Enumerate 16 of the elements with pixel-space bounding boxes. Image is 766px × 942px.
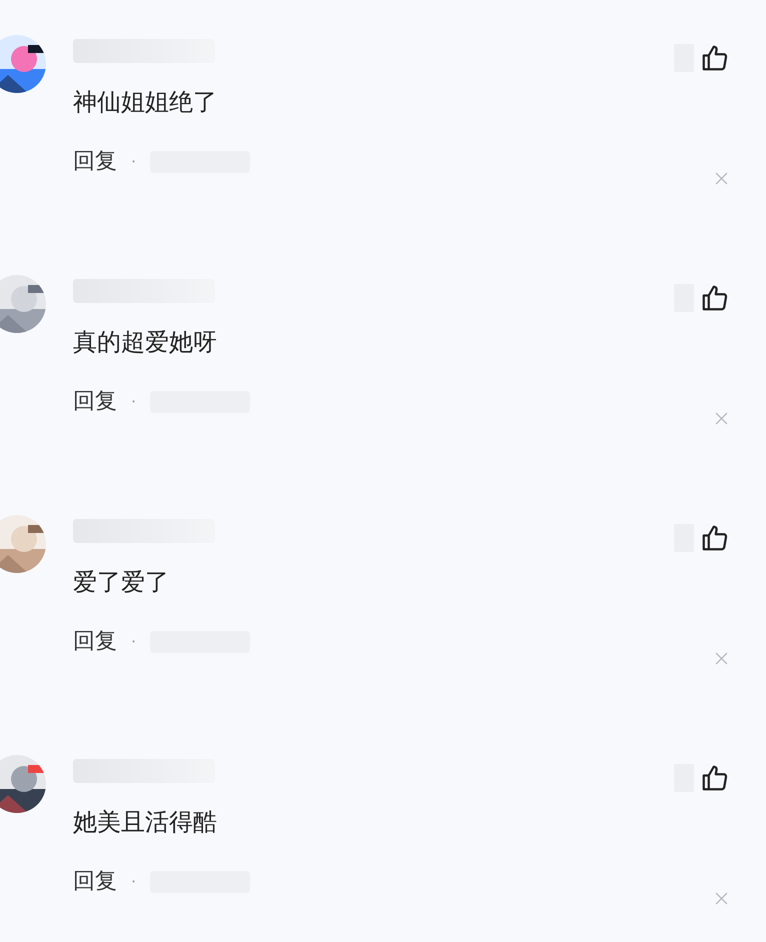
like-icon[interactable]	[700, 43, 730, 73]
separator: ·	[131, 870, 136, 892]
comment-text: 爱了爱了	[73, 567, 170, 598]
like-icon[interactable]	[700, 523, 730, 553]
separator: ·	[131, 150, 136, 172]
like-icon[interactable]	[700, 763, 730, 793]
reply-link[interactable]: 回复	[73, 865, 117, 898]
reply-link[interactable]: 回复	[73, 145, 117, 178]
reply-link[interactable]: 回复	[73, 385, 117, 418]
comment-text: 她美且活得酷	[73, 807, 218, 838]
comment-text: 神仙姐姐绝了	[73, 87, 218, 118]
separator: ·	[131, 630, 136, 652]
comment-text: 真的超爱她呀	[73, 327, 218, 358]
like-icon[interactable]	[700, 283, 730, 313]
reply-link[interactable]: 回复	[73, 625, 117, 658]
separator: ·	[131, 390, 136, 412]
